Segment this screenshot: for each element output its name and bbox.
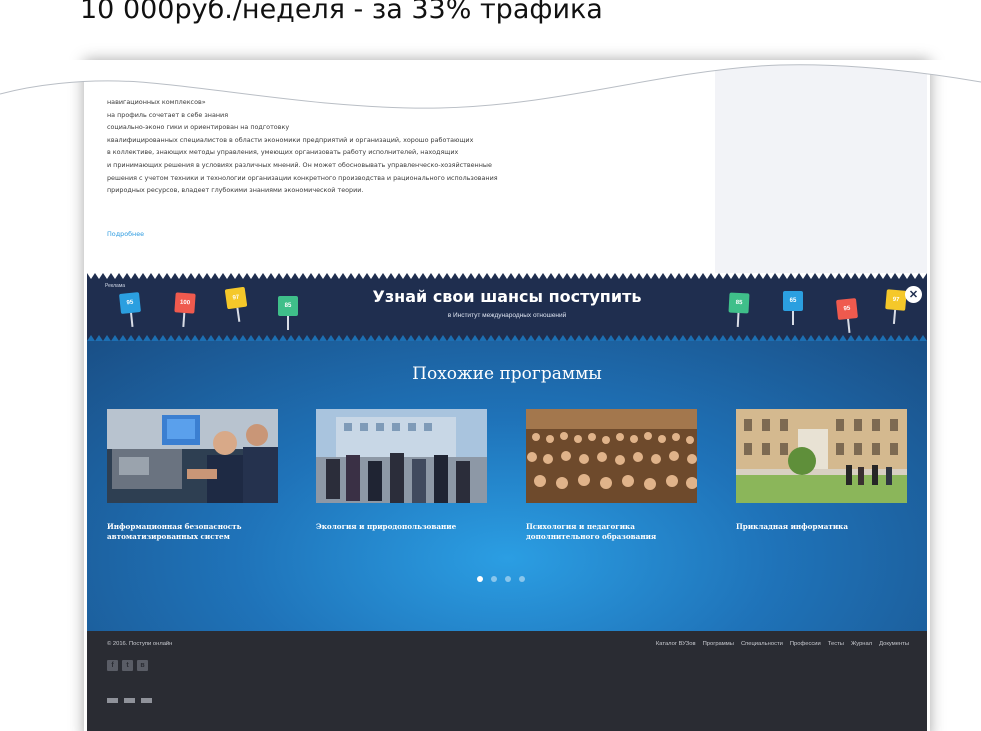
close-icon[interactable]: ✕	[905, 286, 922, 303]
copyright: © 2016. Поступи онлайн	[107, 641, 173, 647]
promo-banner[interactable]: Реклама 95 100 97 85 Узнай свои шансы по…	[87, 273, 927, 341]
footer-link[interactable]: Программы	[703, 641, 734, 647]
vk-icon[interactable]: в	[137, 660, 148, 671]
program-card[interactable]: Прикладная информатика	[736, 409, 907, 532]
score-flag-value: 95	[843, 305, 851, 313]
score-flag-value: 97	[892, 296, 900, 304]
footer-link[interactable]: Каталог ВУЗов	[656, 641, 696, 647]
social-links: f t в	[107, 660, 148, 671]
program-image[interactable]	[526, 409, 697, 503]
score-flag-value: 65	[789, 298, 797, 304]
wave-overlay	[0, 60, 981, 109]
zigzag-edge-top	[87, 273, 927, 279]
program-image[interactable]	[107, 409, 278, 503]
article-line: природных ресурсов, владеет глубокими зн…	[107, 186, 364, 195]
program-image[interactable]	[736, 409, 907, 503]
article-line: и принимающих решения в условиях различн…	[107, 160, 492, 169]
pager-dot[interactable]	[505, 576, 511, 582]
article-line: решения с учетом техники и технологии ор…	[107, 173, 498, 182]
program-title[interactable]: Прикладная информатика	[736, 522, 907, 532]
program-card[interactable]: Экология и природопользование	[316, 409, 487, 532]
similar-programs-section: Похожие программы Информационная безопас…	[87, 341, 927, 631]
footer: © 2016. Поступи онлайн Каталог ВУЗов Про…	[87, 631, 927, 731]
pager-dot[interactable]	[519, 576, 525, 582]
facebook-icon[interactable]: f	[107, 660, 118, 671]
page-caption: 10 000руб./неделя - за 33% трафика	[80, 0, 603, 25]
footer-nav: Каталог ВУЗов Программы Специальности Пр…	[656, 641, 909, 647]
score-flag: 95	[836, 298, 858, 320]
program-image[interactable]	[316, 409, 487, 503]
footer-link[interactable]: Профессии	[790, 641, 821, 647]
program-title[interactable]: Экология и природопользование	[316, 522, 487, 532]
program-card[interactable]: Информационная безопасность автоматизиро…	[107, 409, 278, 542]
counter-badge[interactable]	[124, 698, 135, 703]
twitter-icon[interactable]: t	[122, 660, 133, 671]
footer-link[interactable]: Тесты	[828, 641, 844, 647]
counter-badge[interactable]	[141, 698, 152, 703]
pager-dot[interactable]	[477, 576, 483, 582]
footer-link[interactable]: Документы	[879, 641, 909, 647]
more-link[interactable]: Подробнее	[107, 230, 144, 238]
footer-link[interactable]: Специальности	[741, 641, 783, 647]
score-flag: 65	[783, 291, 803, 325]
section-title: Похожие программы	[412, 364, 602, 384]
program-card[interactable]: Психология и педагогика дополнительного …	[526, 409, 697, 542]
promo-subtitle: в Институт международных отношений	[447, 312, 567, 319]
stat-counters	[107, 698, 152, 703]
score-flag-value: 85	[735, 299, 743, 307]
pager-dot[interactable]	[491, 576, 497, 582]
score-flag: 97	[885, 289, 907, 311]
program-title[interactable]: Информационная безопасность автоматизиро…	[107, 522, 278, 542]
page: навигационных комплексов» на профиль соч…	[87, 60, 927, 731]
footer-link[interactable]: Журнал	[851, 641, 872, 647]
score-flag: 85	[728, 292, 750, 314]
counter-badge[interactable]	[107, 698, 118, 703]
carousel-pager	[477, 576, 525, 582]
program-title[interactable]: Психология и педагогика дополнительного …	[526, 522, 697, 542]
